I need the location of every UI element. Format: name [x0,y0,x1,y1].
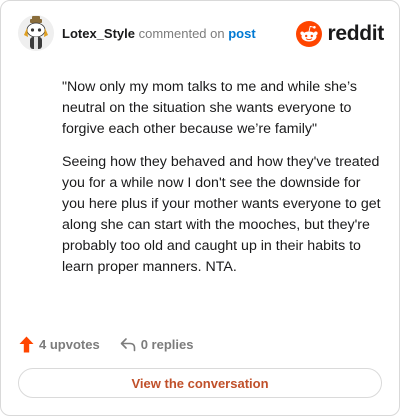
reply-arrow-icon [120,337,135,351]
comment-card: Lotex_Style commented on post reddit "No… [0,0,400,416]
comment-paragraph-1: "Now only my mom talks to me and while s… [62,79,357,137]
reply-button[interactable]: 0 replies [120,336,194,352]
reply-count: 0 replies [140,336,194,352]
comment-paragraph-2: Seeing how they behaved and how they've … [62,154,381,275]
comment-body: "Now only my mom talks to me and while s… [62,77,382,278]
action-text: commented on [138,26,225,41]
user-avatar[interactable] [18,15,54,51]
view-conversation-button[interactable]: View the conversation [18,368,382,398]
reddit-logo[interactable]: reddit [296,21,384,47]
comment-actions: 4 upvotes 0 replies [19,335,193,353]
upvote-count: 4 upvotes [39,336,100,352]
post-link[interactable]: post [228,26,255,41]
upvote-arrow-icon [19,336,34,352]
username[interactable]: Lotex_Style [62,26,135,41]
snoo-avatar-icon [18,15,54,51]
reddit-snoo-icon [296,21,323,47]
comment-meta: Lotex_Style commented on post [62,26,256,42]
comment-header: Lotex_Style commented on post reddit [18,15,384,51]
reddit-wordmark: reddit [327,22,384,45]
upvote-button[interactable]: 4 upvotes [19,336,100,353]
